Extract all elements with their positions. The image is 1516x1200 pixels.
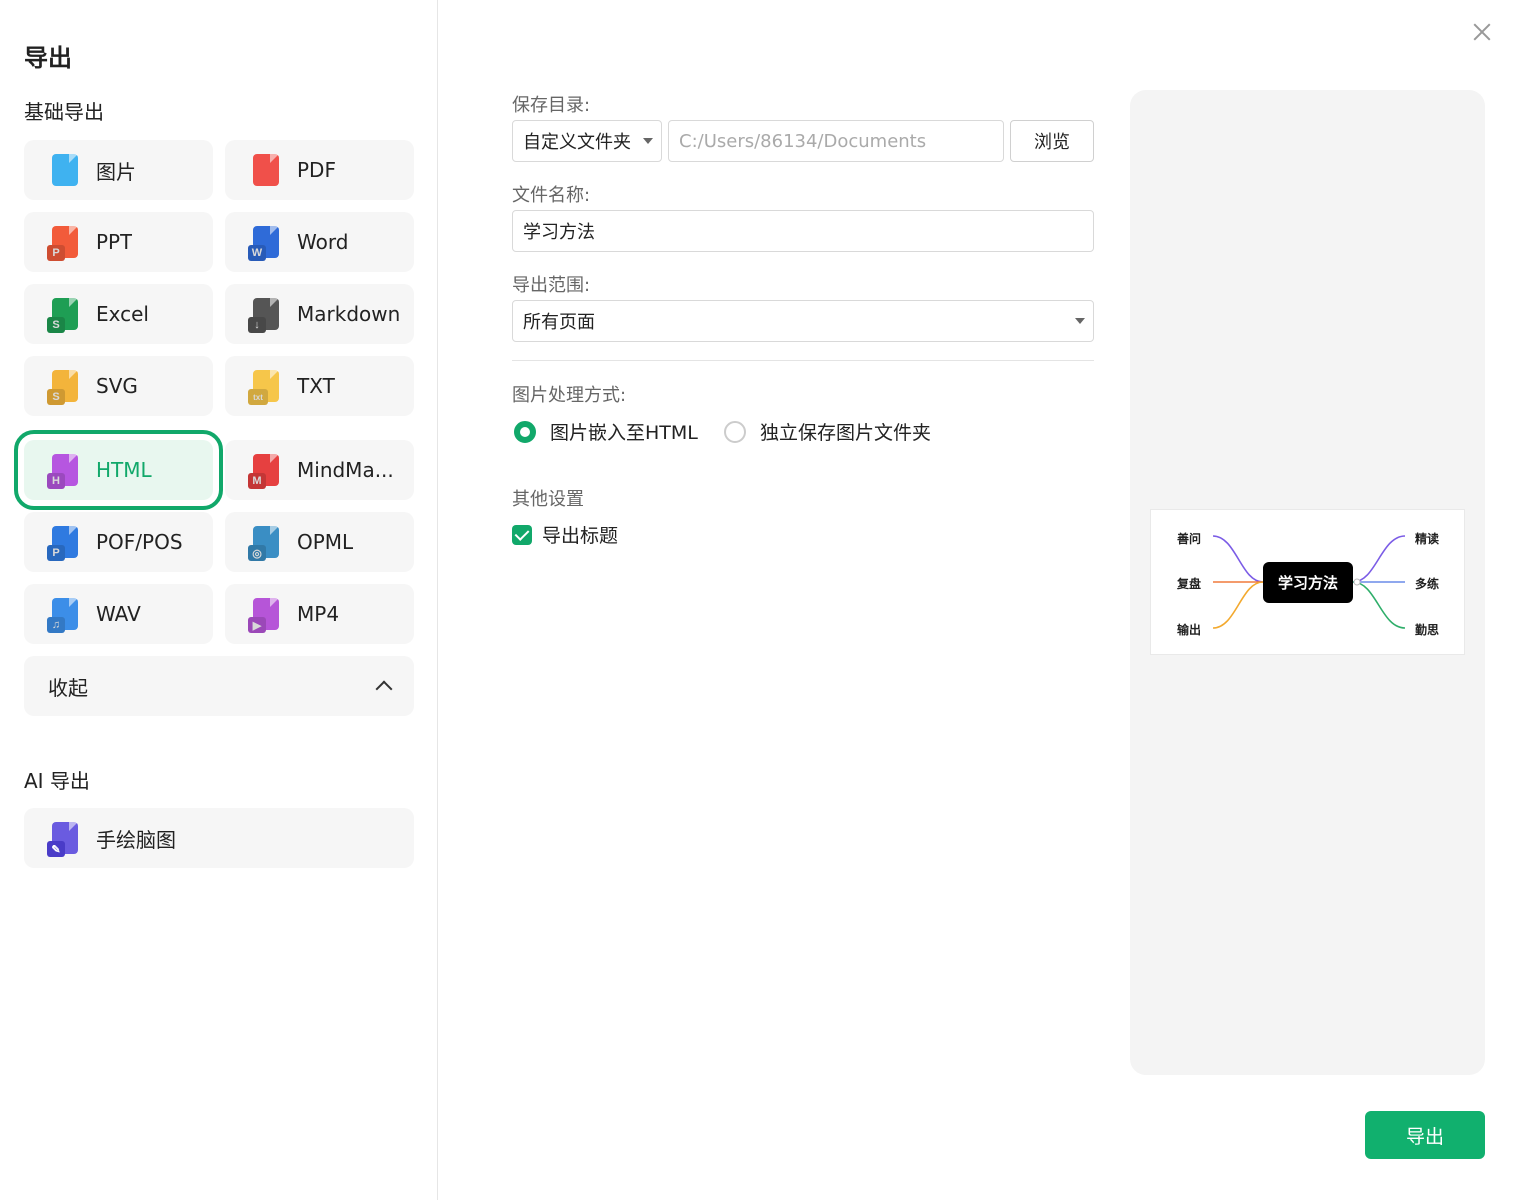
- format-button-markdown[interactable]: ↓ Markdown: [225, 284, 414, 344]
- mindmap-node: 输出: [1177, 623, 1202, 637]
- export-button[interactable]: 导出: [1365, 1111, 1485, 1159]
- format-sidebar: 导出 基础导出 图片 PDF P PPT W Word S Excel ↓ Markdown S SV…: [0, 0, 438, 1200]
- format-label: WAV: [96, 602, 141, 626]
- mindmap-node: 多练: [1415, 577, 1440, 591]
- save-dir-select-value: 自定义文件夹: [523, 132, 631, 153]
- markdown-file-icon: ↓: [248, 297, 281, 333]
- save-dir-label: 保存目录:: [512, 95, 591, 116]
- radio-embed-images[interactable]: 图片嵌入至HTML: [514, 418, 698, 445]
- radio-embed-label: 图片嵌入至HTML: [550, 422, 698, 444]
- format-label: Excel: [96, 302, 149, 326]
- pof-file-icon: P: [47, 525, 80, 561]
- ai-export-title: AI 导出: [24, 769, 90, 793]
- format-label: POF/POS: [96, 530, 183, 554]
- hand-drawn-mindmap-label: 手绘脑图: [96, 827, 176, 852]
- format-label: Markdown: [297, 302, 401, 326]
- export-title-label: 导出标题: [542, 525, 619, 547]
- format-button-pof-pos[interactable]: P POF/POS: [24, 512, 213, 572]
- format-button-word[interactable]: W Word: [225, 212, 414, 272]
- format-label: MindMa...: [297, 458, 394, 482]
- mindmap-node: 复盘: [1177, 577, 1202, 591]
- divider: [512, 360, 1094, 361]
- wav-file-icon: ♫: [47, 597, 80, 633]
- format-button-txt[interactable]: txt TXT: [225, 356, 414, 416]
- mindmap-node: 精读: [1415, 532, 1440, 546]
- format-button-opml[interactable]: ◎ OPML: [225, 512, 414, 572]
- hand-drawn-mindmap-button[interactable]: ✎ 手绘脑图: [24, 808, 414, 868]
- radio-separate-label: 独立保存图片文件夹: [760, 422, 932, 444]
- pdf-file-icon: [251, 153, 281, 187]
- radio-dot: [724, 420, 746, 443]
- chevron-up-icon: [375, 680, 393, 698]
- preview-thumbnail: 学习方法 善问 复盘 输出 精读 多练 勤思: [1150, 509, 1465, 655]
- export-title-checkbox[interactable]: 导出标题: [512, 521, 618, 548]
- close-icon[interactable]: [1470, 20, 1494, 44]
- format-button-图片[interactable]: 图片: [24, 140, 213, 200]
- other-settings-label: 其他设置: [512, 489, 584, 510]
- range-select-value: 所有页面: [523, 312, 595, 333]
- format-button-wav[interactable]: ♫ WAV: [24, 584, 213, 644]
- export-dialog: 导出 基础导出 图片 PDF P PPT W Word S Excel ↓ Markdown S SV…: [0, 0, 1516, 1200]
- save-dir-path-input[interactable]: C:/Users/86134/Documents: [668, 120, 1004, 162]
- mp4-file-icon: ▶: [248, 597, 281, 633]
- image-file-icon: [50, 153, 80, 187]
- format-label: SVG: [96, 374, 138, 398]
- filename-input[interactable]: 学习方法: [512, 210, 1094, 252]
- format-label: OPML: [297, 530, 354, 554]
- basic-export-title: 基础导出: [24, 100, 104, 124]
- format-button-ppt[interactable]: P PPT: [24, 212, 213, 272]
- browse-button[interactable]: 浏览: [1010, 120, 1094, 162]
- format-label: PPT: [96, 230, 133, 254]
- image-mode-label: 图片处理方式:: [512, 385, 627, 406]
- dropdown-caret-icon: [1075, 318, 1085, 324]
- radio-dot: [514, 420, 536, 443]
- mindmap-root: 学习方法: [1263, 562, 1353, 603]
- format-button-mindma[interactable]: M MindMa...: [225, 440, 414, 500]
- radio-separate-folder[interactable]: 独立保存图片文件夹: [724, 418, 931, 445]
- filename-label: 文件名称:: [512, 185, 591, 206]
- format-button-svg[interactable]: S SVG: [24, 356, 213, 416]
- word-file-icon: W: [248, 225, 281, 261]
- checkbox-checked-icon: [512, 524, 532, 545]
- format-label: 图片: [96, 159, 136, 184]
- svg-file-icon: S: [47, 369, 80, 405]
- dialog-title: 导出: [24, 44, 72, 72]
- collapse-label: 收起: [48, 675, 88, 700]
- format-label: HTML: [96, 458, 152, 482]
- format-button-mp4[interactable]: ▶ MP4: [225, 584, 414, 644]
- format-label: Word: [297, 230, 349, 254]
- html-file-icon: H: [47, 453, 80, 489]
- range-select[interactable]: 所有页面: [512, 300, 1094, 342]
- ppt-file-icon: P: [47, 225, 80, 261]
- dropdown-caret-icon: [643, 138, 653, 144]
- collapse-toggle[interactable]: 收起: [24, 656, 414, 716]
- range-label: 导出范围:: [512, 275, 591, 296]
- mindmanager-file-icon: M: [248, 453, 281, 489]
- opml-file-icon: ◎: [248, 525, 281, 561]
- save-dir-select[interactable]: 自定义文件夹: [512, 120, 662, 162]
- format-label: TXT: [297, 374, 335, 398]
- format-button-excel[interactable]: S Excel: [24, 284, 213, 344]
- mindmap-node: 勤思: [1415, 623, 1440, 637]
- txt-file-icon: txt: [248, 369, 281, 405]
- format-button-pdf[interactable]: PDF: [225, 140, 414, 200]
- format-button-html[interactable]: H HTML: [14, 430, 223, 510]
- hand-drawn-mindmap-icon: ✎: [47, 821, 80, 857]
- format-label: PDF: [297, 158, 336, 182]
- format-label: MP4: [297, 602, 340, 626]
- excel-file-icon: S: [47, 297, 80, 333]
- mindmap-node: 善问: [1177, 532, 1202, 546]
